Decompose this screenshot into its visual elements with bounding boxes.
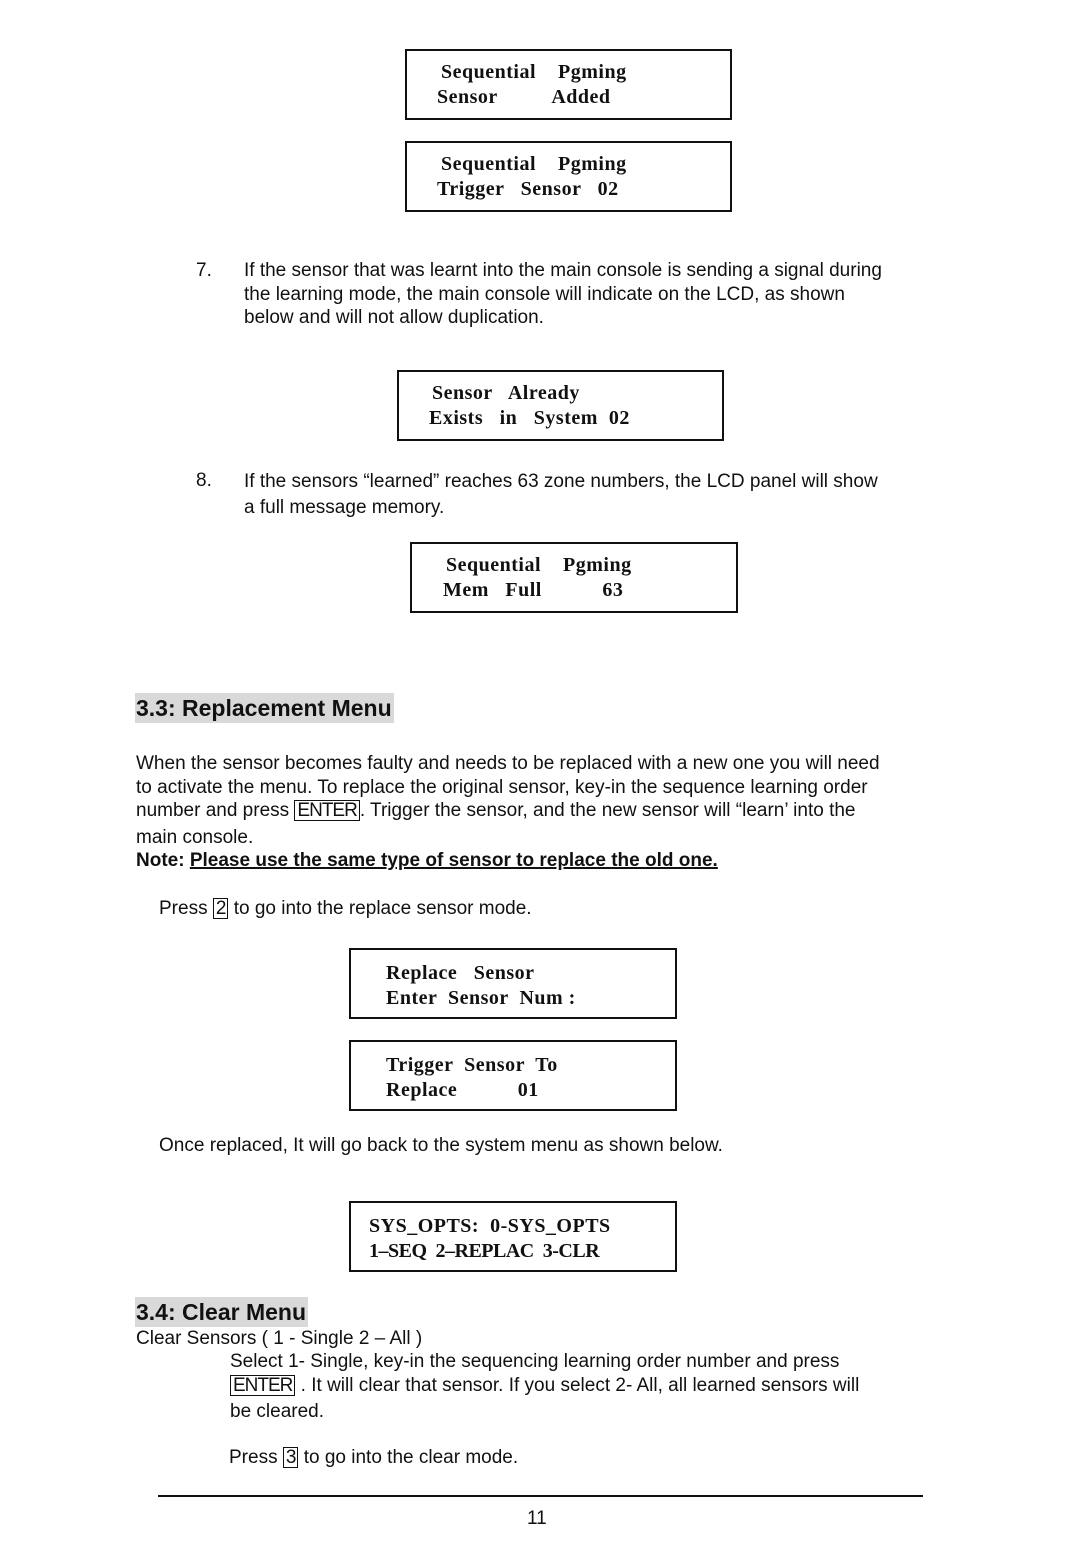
enter-key-label: ENTER <box>230 1374 296 1396</box>
lcd-line: Sensor Already <box>432 382 580 404</box>
text-line: the learning mode, the main console will… <box>244 283 845 305</box>
lcd-line: Exists in System 02 <box>429 407 630 429</box>
text-line: below and will not allow duplication. <box>244 307 544 328</box>
lcd-line: Trigger Sensor 02 <box>437 178 619 200</box>
step-number: 8. <box>196 470 212 491</box>
page-number: 11 <box>527 1508 547 1529</box>
text-line: main console. <box>136 826 254 848</box>
replacement-paragraph: When the sensor becomes faulty and needs… <box>136 752 880 849</box>
section-heading-clear-menu: 3.4: Clear Menu <box>135 1297 308 1327</box>
text-line: If the sensor that was learnt into the m… <box>244 260 882 281</box>
lcd-screen-replace-sensor: Replace Sensor Enter Sensor Num : <box>349 948 677 1019</box>
lcd-line: Replace Sensor <box>386 962 535 984</box>
lcd-line: Enter Sensor Num : <box>386 987 576 1009</box>
lcd-screen-sys-opts: SYS_OPTS: 0-SYS_OPTS 1–SEQ 2–REPLAC 3-CL… <box>349 1201 677 1272</box>
text-line: When the sensor becomes faulty and needs… <box>136 753 880 774</box>
lcd-line: Sensor Added <box>437 86 611 108</box>
section-heading-replacement-menu: 3.3: Replacement Menu <box>135 693 394 723</box>
text-fragment: . It will clear that sensor. If you sele… <box>295 1374 860 1396</box>
text-line: to activate the menu. To replace the ori… <box>136 776 868 798</box>
text-fragment: to go into the replace sensor mode. <box>228 898 532 919</box>
lcd-screen-sensor-already-exists: Sensor Already Exists in System 02 <box>397 370 724 441</box>
press-2-instruction: Press 2 to go into the replace sensor mo… <box>159 897 532 921</box>
text-fragment: . Trigger the sensor, and the new sensor… <box>359 800 856 821</box>
lcd-screen-memory-full: Sequential Pgming Mem Full 63 <box>410 542 738 613</box>
step-8-text: If the sensors “learned” reaches 63 zone… <box>244 470 878 519</box>
note-label: Note: <box>136 850 185 871</box>
text-line: Select 1- Single, key-in the sequencing … <box>230 1351 840 1372</box>
lcd-line: Sequential Pgming <box>441 153 627 175</box>
text-line: a full message memory. <box>244 496 445 518</box>
text-line: number and press ENTER. Trigger the sens… <box>136 799 880 823</box>
lcd-screen-sequential-trigger: Sequential Pgming Trigger Sensor 02 <box>405 141 732 212</box>
text-fragment: number and press <box>136 800 295 821</box>
step-number: 7. <box>196 260 212 281</box>
lcd-line: Trigger Sensor To <box>386 1054 558 1076</box>
clear-paragraph: Select 1- Single, key-in the sequencing … <box>230 1350 859 1424</box>
lcd-screen-sequential-added: Sequential Pgming Sensor Added <box>405 49 732 120</box>
lcd-line: Sequential Pgming <box>441 61 627 83</box>
lcd-screen-trigger-replace: Trigger Sensor To Replace 01 <box>349 1040 677 1111</box>
lcd-line: Mem Full 63 <box>443 579 624 601</box>
note-text: Please use the same type of sensor to re… <box>189 850 718 871</box>
lcd-line: SYS_OPTS: 0-SYS_OPTS <box>369 1215 611 1237</box>
enter-key-label: ENTER <box>294 800 360 821</box>
lcd-line: Replace 01 <box>386 1079 539 1101</box>
text-line: ENTER . It will clear that sensor. If yo… <box>230 1374 859 1398</box>
text-fragment: Press <box>229 1447 283 1468</box>
step-7-text: If the sensor that was learnt into the m… <box>244 259 882 330</box>
footer-divider <box>158 1495 923 1497</box>
replacement-note: Note: Please use the same type of sensor… <box>136 849 718 873</box>
clear-sensors-subtitle: Clear Sensors ( 1 - Single 2 – All ) <box>136 1328 423 1349</box>
key-3-label: 3 <box>282 1447 299 1468</box>
key-2-label: 2 <box>212 898 229 919</box>
text-fragment: Press <box>159 898 213 919</box>
lcd-line: Sequential Pgming <box>446 554 632 576</box>
text-line: If the sensors “learned” reaches 63 zone… <box>244 471 878 492</box>
once-replaced-text: Once replaced, It will go back to the sy… <box>159 1135 723 1156</box>
press-3-instruction: Press 3 to go into the clear mode. <box>229 1446 518 1470</box>
text-fragment: to go into the clear mode. <box>298 1447 519 1468</box>
lcd-line: 1–SEQ 2–REPLAC 3-CLR <box>369 1240 600 1262</box>
text-line: be cleared. <box>230 1401 325 1422</box>
